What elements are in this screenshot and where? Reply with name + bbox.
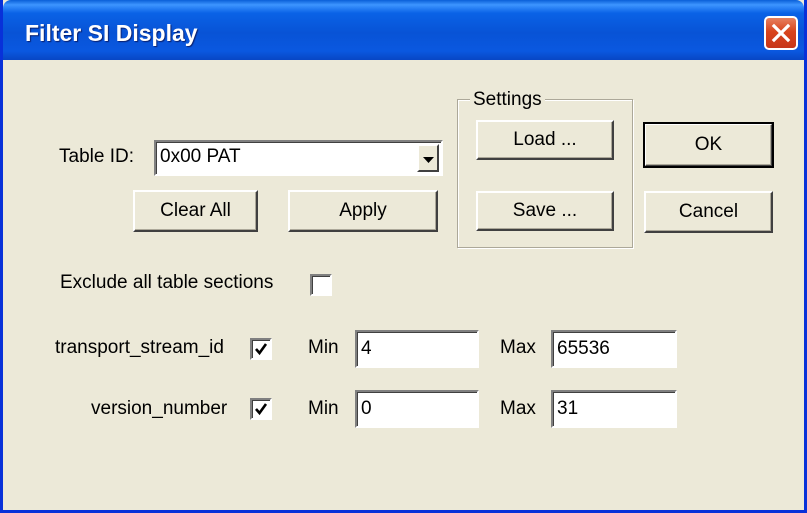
table-id-select[interactable]: 0x00 PAT <box>154 140 443 176</box>
apply-label: Apply <box>339 200 387 221</box>
clear-all-label: Clear All <box>160 200 231 221</box>
min-label: Min <box>308 337 339 358</box>
chevron-down-icon <box>423 157 434 163</box>
filter-name-transport-stream-id: transport_stream_id <box>55 337 224 358</box>
exclude-checkbox[interactable] <box>310 274 332 296</box>
transport-stream-id-min-input[interactable]: 4 <box>355 330 479 368</box>
ok-button[interactable]: OK <box>643 122 774 168</box>
checkmark-icon <box>255 403 268 416</box>
exclude-label: Exclude all table sections <box>60 272 274 293</box>
version-number-min-input[interactable]: 0 <box>355 390 479 428</box>
cancel-button[interactable]: Cancel <box>644 191 773 233</box>
dropdown-button[interactable] <box>417 144 439 172</box>
table-id-value: 0x00 PAT <box>160 146 241 167</box>
ok-label: OK <box>694 134 723 155</box>
load-button[interactable]: Load ... <box>476 120 614 160</box>
load-label: Load ... <box>513 129 577 150</box>
window-title: Filter SI Display <box>25 20 198 46</box>
settings-group-label: Settings <box>470 89 545 111</box>
filter-name-version-number: version_number <box>91 398 228 419</box>
save-button[interactable]: Save ... <box>476 191 614 231</box>
checkmark-icon <box>255 343 268 356</box>
filter-si-dialog: Filter SI Display Table ID: 0x00 PAT Cle… <box>0 0 807 513</box>
max-label: Max <box>500 398 536 419</box>
version-number-checkbox[interactable] <box>250 398 272 420</box>
table-id-label: Table ID: <box>59 146 134 167</box>
clear-all-button[interactable]: Clear All <box>133 190 258 232</box>
title-bar[interactable]: Filter SI Display <box>3 0 804 60</box>
version-number-max-input[interactable]: 31 <box>551 390 677 428</box>
close-button[interactable] <box>764 16 798 50</box>
apply-button[interactable]: Apply <box>288 190 438 232</box>
cancel-label: Cancel <box>678 201 739 222</box>
min-label: Min <box>308 398 339 419</box>
transport-stream-id-max-input[interactable]: 65536 <box>551 330 677 368</box>
save-label: Save ... <box>512 200 578 221</box>
transport-stream-id-checkbox[interactable] <box>250 338 272 360</box>
dialog-body: Table ID: 0x00 PAT Clear All Apply Setti… <box>3 60 804 510</box>
max-label: Max <box>500 337 536 358</box>
close-icon <box>771 23 791 43</box>
